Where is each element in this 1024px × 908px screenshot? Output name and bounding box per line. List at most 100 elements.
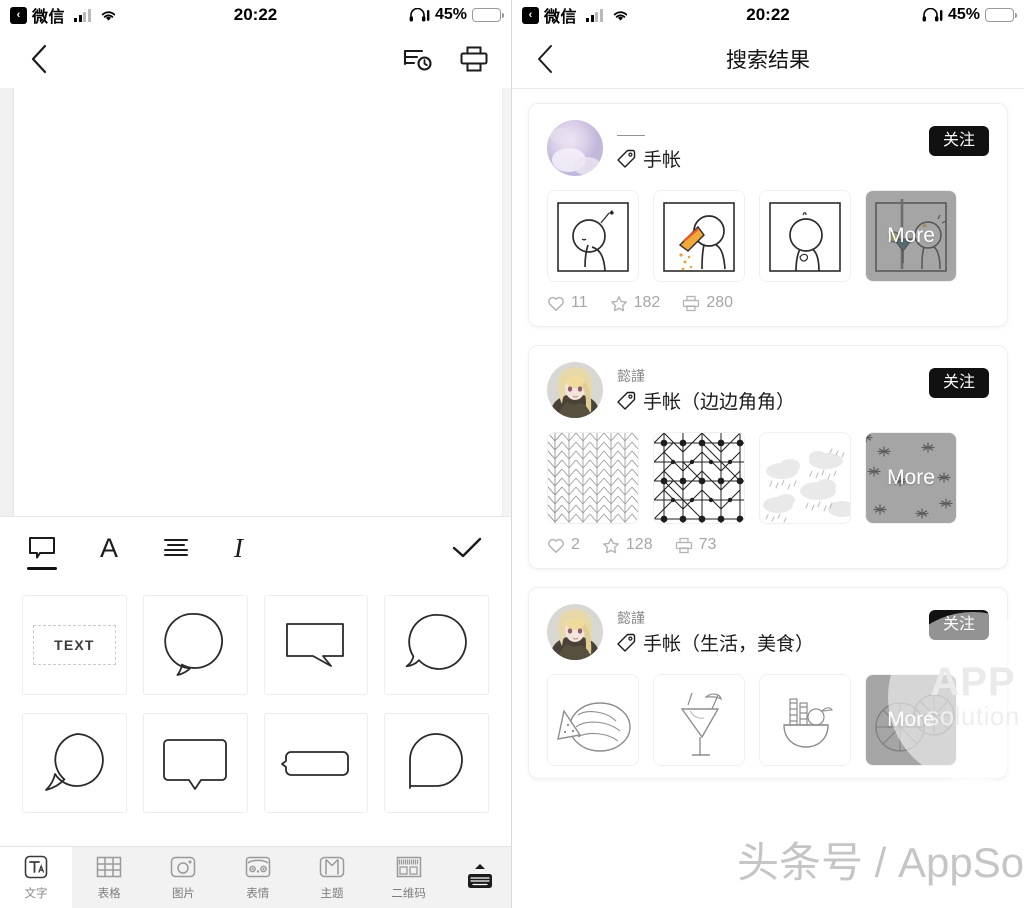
card-tag: 手帐 — [617, 145, 681, 172]
printer-icon[interactable] — [459, 45, 489, 73]
card-user-row: 懿謹 手帐（边边角角） 关注 — [547, 362, 989, 418]
right-screen-search-results: ‹ 微信 20:22 45% 搜索结果 —— 手帐 关注 More 11 182… — [512, 0, 1024, 908]
canvas-page[interactable] — [14, 88, 503, 516]
back-chevron-icon[interactable] — [534, 43, 556, 75]
format-align-tab[interactable] — [162, 527, 190, 569]
bottom-nav-item-theme[interactable]: 主题 — [317, 854, 347, 901]
thumbnail-more[interactable]: More — [865, 674, 957, 766]
thumbnail-more[interactable]: More — [865, 432, 957, 524]
card-user-row: 懿謹 手帐（生活，美食） 关注 — [547, 604, 989, 660]
bottom-nav-item-emoji[interactable]: 表情 — [243, 854, 273, 901]
thumbnail[interactable] — [547, 190, 639, 282]
thumbnail[interactable] — [547, 432, 639, 524]
shape-round-bubble-bottomleft-tail[interactable] — [22, 713, 127, 813]
follow-button[interactable]: 关注 — [928, 368, 989, 398]
shape-round-bubble-bottom-tail[interactable] — [142, 595, 248, 695]
dual-screenshot-container: ‹ 微信 20:22 45% A I TEXT 文字 表格 图片 表情 主题 二… — [0, 0, 1024, 908]
bottom-nav-label-qrcode: 二维码 — [391, 888, 426, 900]
heart-icon — [547, 537, 565, 554]
username: 懿謹 — [617, 609, 645, 626]
stat-value: 73 — [698, 536, 717, 553]
bottom-nav-items: 表格 图片 表情 主题 二维码 — [72, 847, 448, 908]
keyboard-collapse-icon[interactable] — [448, 847, 511, 908]
card-thumbnails: More — [547, 674, 989, 766]
format-toolbar: A I — [0, 517, 511, 579]
print-icon — [682, 295, 700, 312]
wifi-icon — [612, 9, 629, 22]
shape-rounded-rect-bubble-bottom-tail[interactable] — [142, 713, 248, 813]
camera-photo-icon — [168, 854, 198, 882]
status-bar-left: ‹ 微信 20:22 45% — [0, 0, 511, 30]
headphones-icon — [409, 8, 430, 22]
text-tool-icon — [21, 854, 51, 882]
editor-canvas[interactable] — [0, 88, 511, 516]
battery-percent-label: 45% — [434, 6, 467, 23]
star-icon — [602, 537, 620, 554]
status-back-chip[interactable]: ‹ — [10, 6, 27, 24]
format-font-tab[interactable]: A — [100, 527, 118, 569]
status-back-app-label-r[interactable]: 微信 — [544, 3, 577, 27]
bottom-nav-item-qrcode[interactable]: 二维码 — [391, 854, 426, 901]
username: —— — [617, 125, 645, 142]
thumbnail-more[interactable]: More — [865, 190, 957, 282]
format-italic-tab[interactable]: I — [234, 527, 243, 569]
shape-pill-bubble-left-tail[interactable] — [263, 713, 369, 813]
history-list-clock-icon[interactable] — [403, 45, 433, 73]
card-tag: 手帐（边边角角） — [617, 387, 795, 414]
battery-icon-r — [985, 8, 1017, 22]
stat-prints: 280 — [682, 294, 733, 312]
more-label: More — [887, 466, 935, 489]
table-grid-icon — [94, 854, 124, 882]
bottom-nav-item-text[interactable]: 文字 — [0, 847, 72, 908]
username: 懿謹 — [617, 367, 645, 384]
stat-likes: 11 — [547, 294, 588, 312]
avatar[interactable] — [547, 604, 603, 660]
card-stats: 11 182 280 — [547, 294, 989, 314]
heart-icon — [547, 295, 565, 312]
avatar[interactable] — [547, 362, 603, 418]
stat-value: 11 — [571, 294, 588, 311]
shape-picker-grid: TEXT — [0, 579, 511, 823]
format-confirm-button[interactable] — [451, 527, 483, 569]
result-card[interactable]: 懿謹 手帐（生活，美食） 关注 More — [528, 587, 1008, 779]
stat-prints: 73 — [675, 536, 717, 554]
bottom-nav-item-image[interactable]: 图片 — [168, 854, 198, 901]
page-title: 搜索结果 — [726, 49, 810, 72]
thumbnail[interactable] — [653, 190, 745, 282]
shape-text-box[interactable]: TEXT — [22, 595, 127, 695]
price-tag-icon — [617, 391, 636, 410]
back-chevron-icon[interactable] — [28, 43, 50, 75]
thumbnail[interactable] — [759, 674, 851, 766]
stat-value: 128 — [625, 536, 653, 553]
bottom-watermark: 头条号 / AppSo — [737, 839, 1024, 886]
follow-button[interactable]: 关注 — [928, 610, 989, 640]
thumbnail[interactable] — [759, 432, 851, 524]
result-card[interactable]: —— 手帐 关注 More 11 182 280 — [528, 103, 1008, 327]
follow-button[interactable]: 关注 — [928, 126, 989, 156]
status-bar-right-group: 45% — [409, 6, 504, 24]
stat-value: 2 — [571, 536, 580, 553]
thumbnail[interactable] — [759, 190, 851, 282]
left-screen-editor: ‹ 微信 20:22 45% A I TEXT 文字 表格 图片 表情 主题 二… — [0, 0, 512, 908]
status-back-app-label[interactable]: 微信 — [32, 3, 65, 27]
status-bar-left-group-r: ‹ 微信 — [522, 3, 629, 27]
format-speech-bubble-tab[interactable] — [28, 527, 56, 569]
status-bar-left-group: ‹ 微信 — [10, 3, 117, 27]
shape-teardrop-bubble[interactable] — [384, 713, 489, 813]
canvas-right-gutter — [503, 88, 511, 516]
bottom-nav-item-table[interactable]: 表格 — [94, 854, 124, 901]
thumbnail[interactable] — [547, 674, 639, 766]
stat-favorites: 182 — [610, 294, 660, 312]
editor-header — [0, 30, 511, 88]
more-label: More — [887, 708, 935, 731]
status-back-chip-r[interactable]: ‹ — [522, 6, 539, 24]
shape-rect-bubble-right-tail[interactable] — [263, 595, 369, 695]
search-results-list: —— 手帐 关注 More 11 182 280 懿謹 手帐（边边角角） 关注 … — [512, 89, 1024, 779]
avatar[interactable] — [547, 120, 603, 176]
thumbnail[interactable] — [653, 674, 745, 766]
price-tag-icon — [617, 149, 636, 168]
result-card[interactable]: 懿謹 手帐（边边角角） 关注 More 2 128 73 — [528, 345, 1008, 569]
thumbnail[interactable] — [653, 432, 745, 524]
shape-round-bubble-left-tail[interactable] — [384, 595, 489, 695]
stat-value: 280 — [706, 294, 734, 311]
